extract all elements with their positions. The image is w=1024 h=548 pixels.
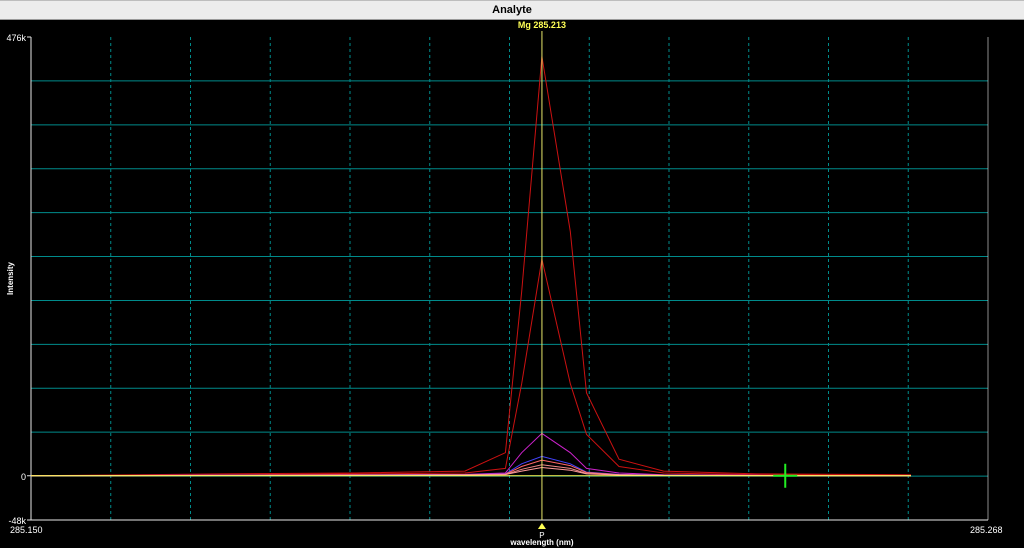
spectrum-chart[interactable]: 476k0-48k285.150 285.268Mg 285.213Pwavele… <box>0 20 1024 548</box>
y-tick-label: 0 <box>21 472 26 482</box>
y-tick-label: 476k <box>6 33 26 43</box>
window-title: Analyte <box>492 4 532 16</box>
y-axis-label: Intensity <box>6 262 15 295</box>
x-tick-label: 285.150 <box>10 525 43 535</box>
x-axis-label: wavelength (nm) <box>509 538 573 547</box>
chart-title: Mg 285.213 <box>518 20 566 30</box>
x-tick-label: 285.268 <box>970 525 1003 535</box>
window-title-bar: Analyte <box>0 0 1024 20</box>
plot-background <box>0 20 1024 548</box>
